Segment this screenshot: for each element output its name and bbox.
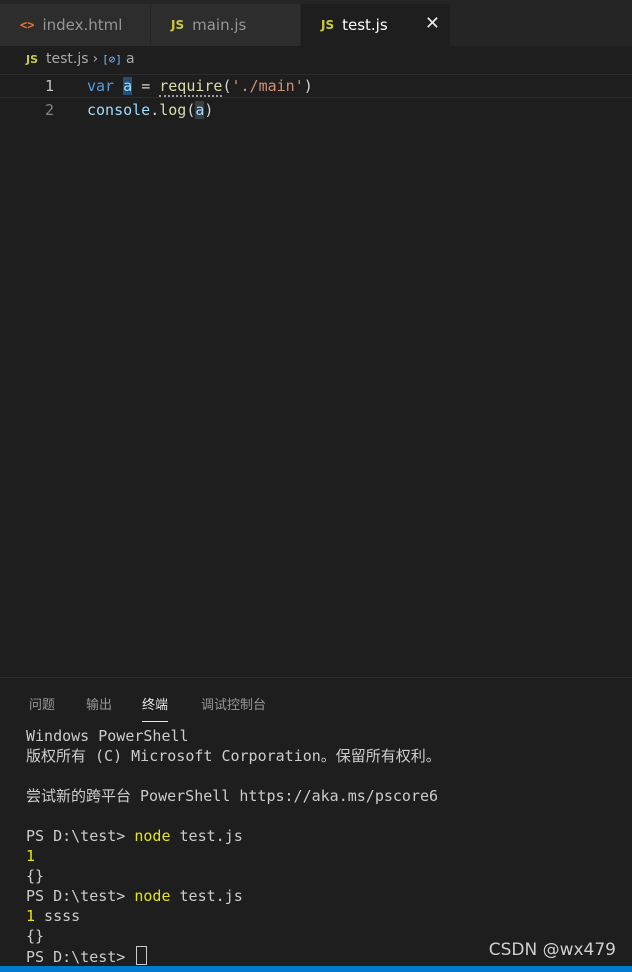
- terminal-command: node: [134, 827, 171, 845]
- code-text[interactable]: console.log(a): [87, 98, 213, 122]
- token-punctuation: .: [150, 101, 160, 119]
- terminal-output[interactable]: Windows PowerShell 版权所有 (C) Microsoft Co…: [26, 726, 626, 966]
- terminal-line: 版权所有 (C) Microsoft Corporation。保留所有权利。: [26, 747, 441, 765]
- code-text[interactable]: var a = require('./main'): [87, 75, 313, 97]
- terminal-line: 1: [26, 846, 626, 866]
- terminal-cursor[interactable]: [136, 946, 148, 965]
- token-variable: a: [123, 77, 133, 95]
- terminal-number: 1: [26, 847, 36, 865]
- token-keyword: var: [87, 77, 115, 95]
- js-file-icon: JS: [171, 18, 185, 32]
- breadcrumb: JS test.js › [⊘] a: [0, 46, 632, 72]
- token-punctuation: ): [303, 77, 313, 95]
- token-variable: console: [87, 101, 151, 119]
- terminal-prompt: PS D:\test>: [26, 887, 135, 905]
- token-punctuation: (: [222, 77, 232, 95]
- tab-problems[interactable]: 问题: [29, 694, 55, 721]
- js-file-icon: JS: [26, 52, 39, 66]
- tab-terminal[interactable]: 终端: [142, 694, 169, 722]
- terminal-line: {}: [26, 867, 45, 885]
- tab-main-js[interactable]: JS main.js: [151, 4, 300, 46]
- editor-tab-bar: <> index.html JS main.js JS test.js ✕: [0, 0, 632, 46]
- terminal-line: Windows PowerShell: [26, 727, 189, 745]
- token-function: log: [159, 101, 187, 119]
- code-line[interactable]: 2 console.log(a): [0, 98, 632, 122]
- token-punctuation: ): [204, 101, 214, 119]
- variable-icon: [⊘]: [102, 52, 123, 66]
- terminal-text: ssss: [35, 907, 81, 925]
- close-icon[interactable]: ✕: [425, 13, 440, 34]
- breadcrumb-file[interactable]: test.js: [46, 51, 89, 67]
- tab-label: test.js: [342, 16, 388, 34]
- terminal-args: test.js: [170, 827, 243, 845]
- terminal-prompt: PS D:\test>: [26, 948, 135, 966]
- tab-output[interactable]: 输出: [86, 694, 112, 721]
- terminal-line: PS D:\test> node test.js: [26, 886, 626, 906]
- tab-test-js[interactable]: JS test.js ✕: [301, 4, 450, 46]
- tab-label: index.html: [42, 16, 123, 34]
- chevron-right-icon: ›: [92, 51, 99, 67]
- line-number: 1: [44, 77, 54, 95]
- token-string: './main': [231, 77, 304, 95]
- terminal-command: node: [134, 887, 171, 905]
- tab-index-html[interactable]: <> index.html: [0, 4, 150, 46]
- tab-label: main.js: [192, 16, 247, 34]
- terminal-line: 1 ssss: [26, 906, 626, 926]
- token-operator: =: [141, 77, 151, 95]
- breadcrumb-symbol[interactable]: a: [126, 51, 135, 67]
- watermark: CSDN @wx479: [488, 940, 616, 960]
- tab-debug-console[interactable]: 调试控制台: [201, 694, 266, 721]
- terminal-line: 尝试新的跨平台 PowerShell https://aka.ms/pscore…: [26, 787, 439, 805]
- terminal-args: test.js: [170, 887, 243, 905]
- bottom-panel: 问题 输出 终端 调试控制台 Windows PowerShell 版权所有 (…: [0, 677, 632, 967]
- js-file-icon: JS: [321, 18, 335, 32]
- html-file-icon: <>: [20, 18, 35, 32]
- token-function: require: [159, 77, 223, 97]
- code-line[interactable]: 1 var a = require('./main'): [0, 74, 632, 98]
- status-bar: [0, 966, 632, 972]
- code-editor[interactable]: 1 var a = require('./main') 2 console.lo…: [0, 72, 632, 672]
- terminal-number: 1: [26, 907, 36, 925]
- terminal-prompt: PS D:\test>: [26, 827, 135, 845]
- line-number: 2: [44, 101, 54, 119]
- panel-tab-bar: 问题 输出 终端 调试控制台: [0, 678, 632, 722]
- terminal-line: PS D:\test> node test.js: [26, 826, 626, 846]
